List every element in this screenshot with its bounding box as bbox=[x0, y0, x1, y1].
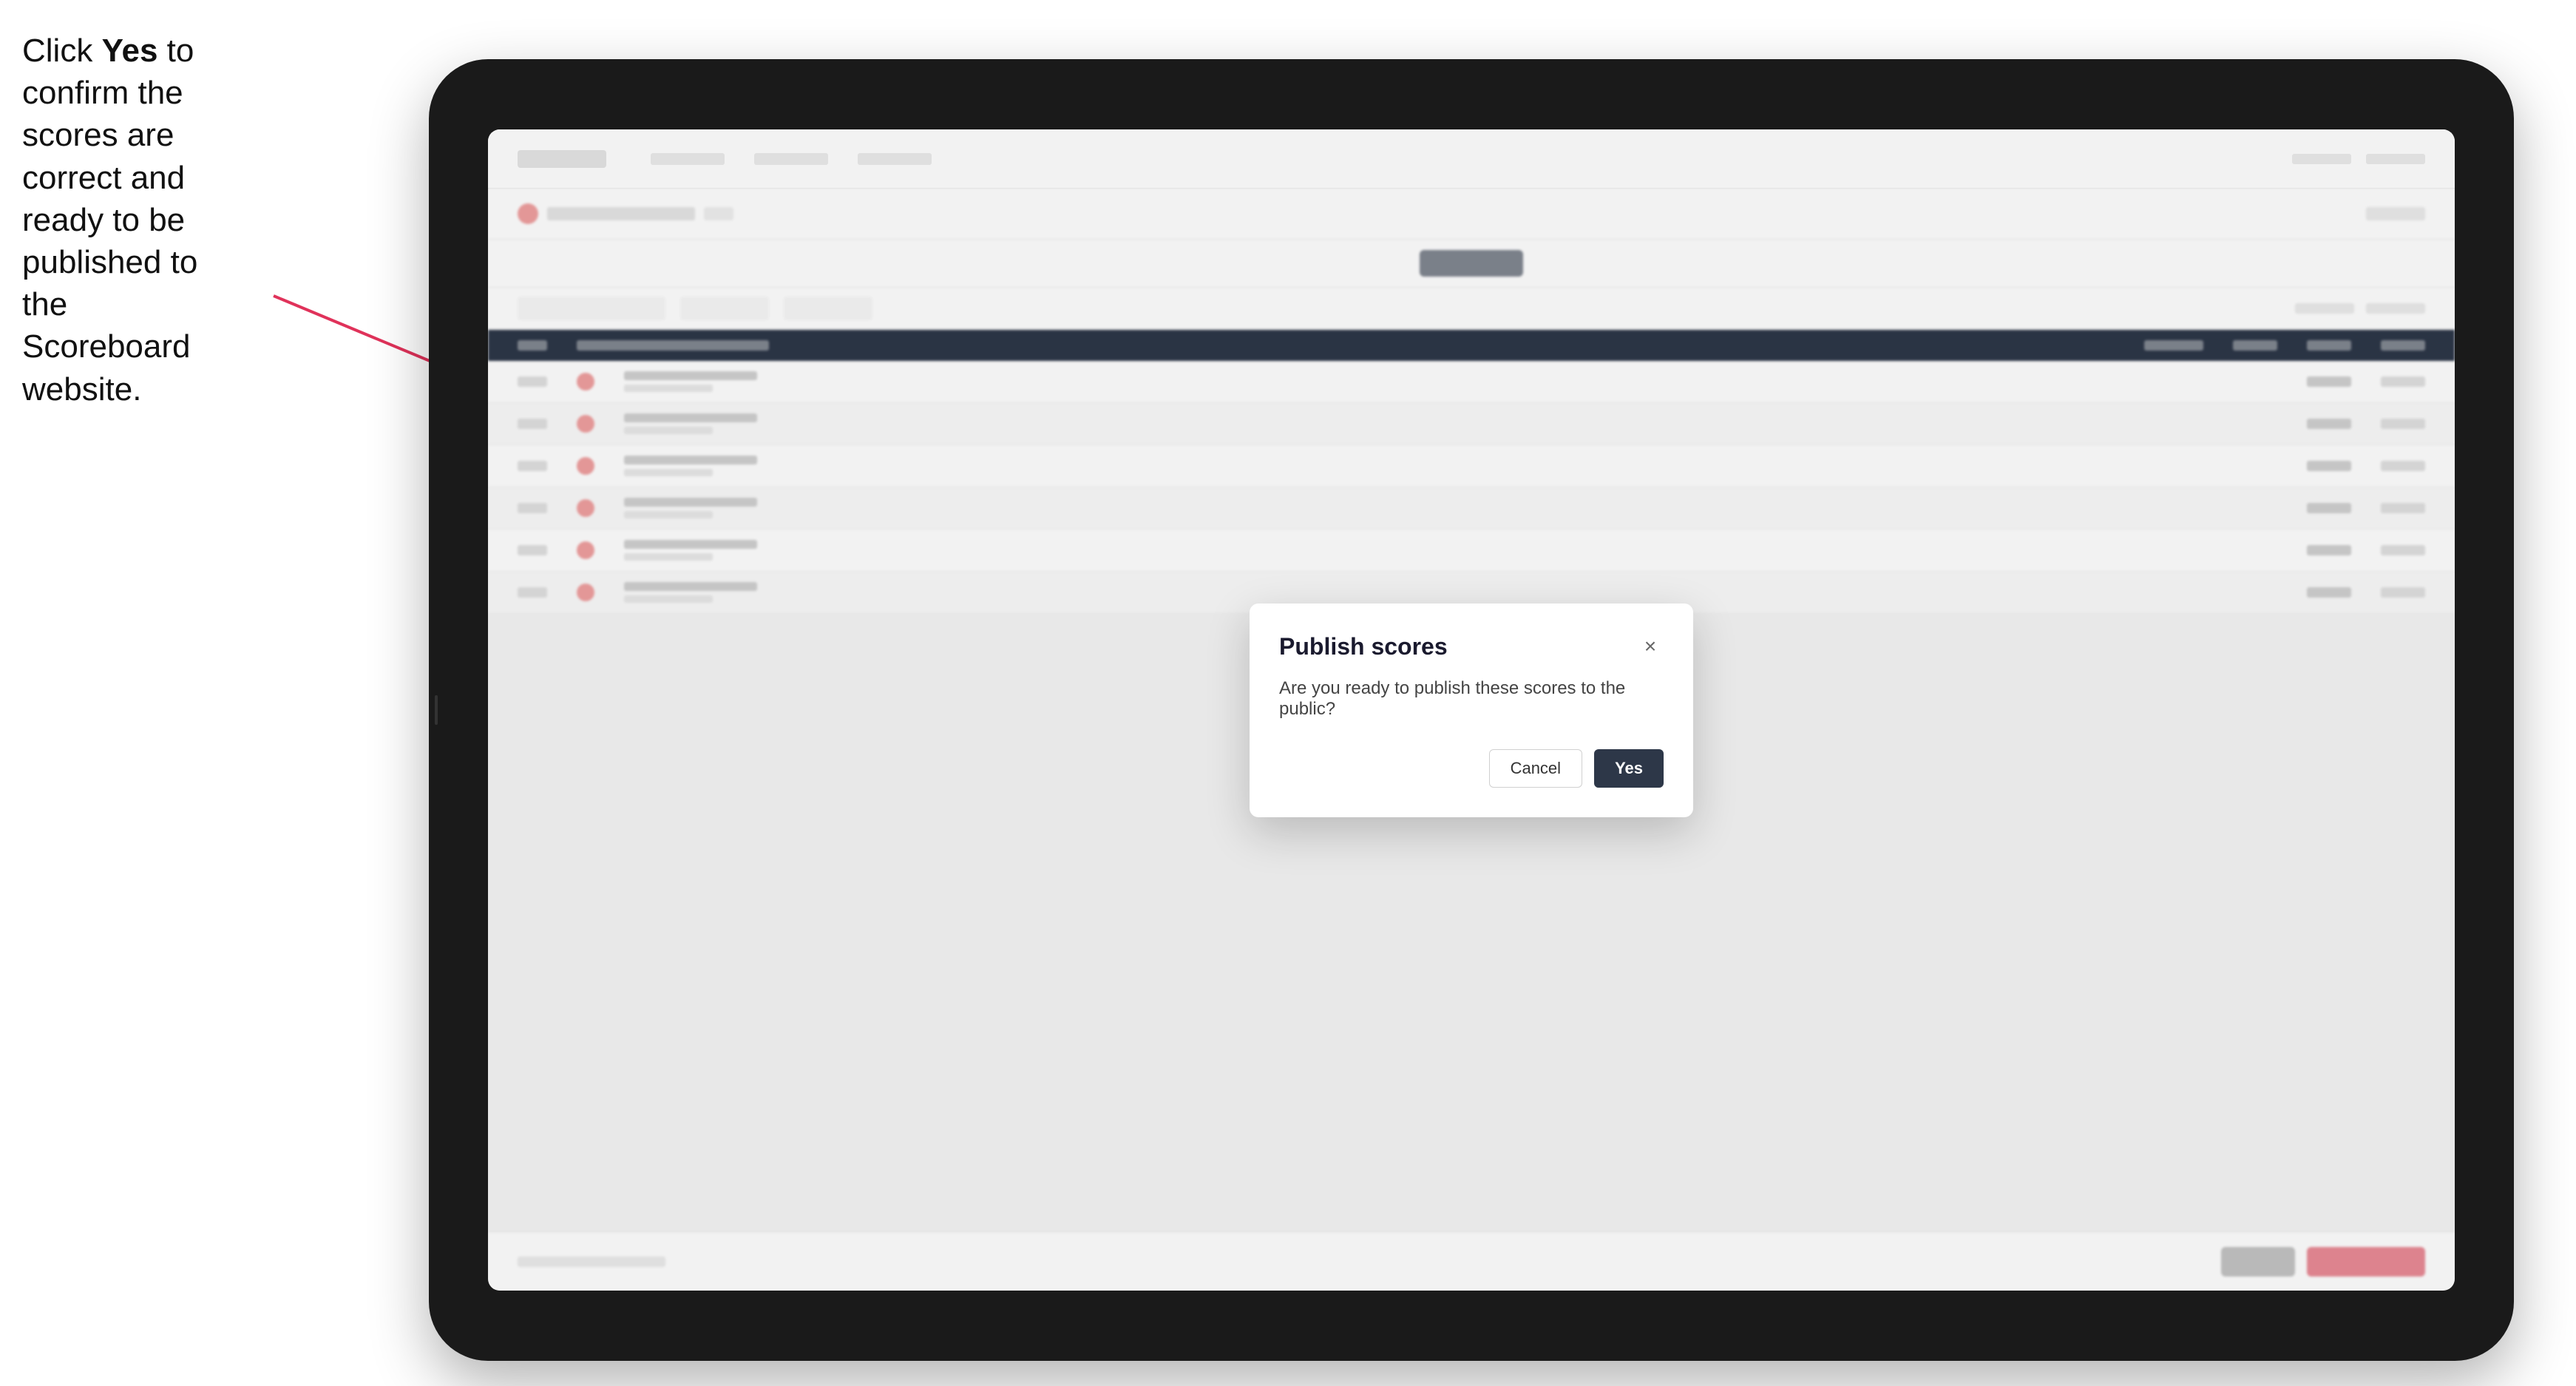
modal-body-text: Are you ready to publish these scores to… bbox=[1279, 678, 1664, 720]
modal-overlay: Publish scores × Are you ready to publis… bbox=[488, 129, 2455, 1291]
publish-scores-dialog: Publish scores × Are you ready to publis… bbox=[1250, 604, 1693, 817]
modal-title: Publish scores bbox=[1279, 633, 1448, 660]
instruction-prefix: Click bbox=[22, 33, 102, 69]
modal-header: Publish scores × bbox=[1279, 633, 1664, 660]
tablet-frame: Publish scores × Are you ready to publis… bbox=[429, 59, 2514, 1361]
cancel-button[interactable]: Cancel bbox=[1489, 749, 1582, 788]
modal-close-button[interactable]: × bbox=[1637, 633, 1664, 660]
instruction-text: Click Yes to confirm the scores are corr… bbox=[22, 30, 229, 410]
instruction-suffix: to confirm the scores are correct and re… bbox=[22, 33, 197, 408]
modal-footer: Cancel Yes bbox=[1279, 749, 1664, 788]
instruction-bold: Yes bbox=[102, 33, 158, 69]
yes-button[interactable]: Yes bbox=[1594, 749, 1664, 788]
tablet-screen: Publish scores × Are you ready to publis… bbox=[488, 129, 2455, 1291]
